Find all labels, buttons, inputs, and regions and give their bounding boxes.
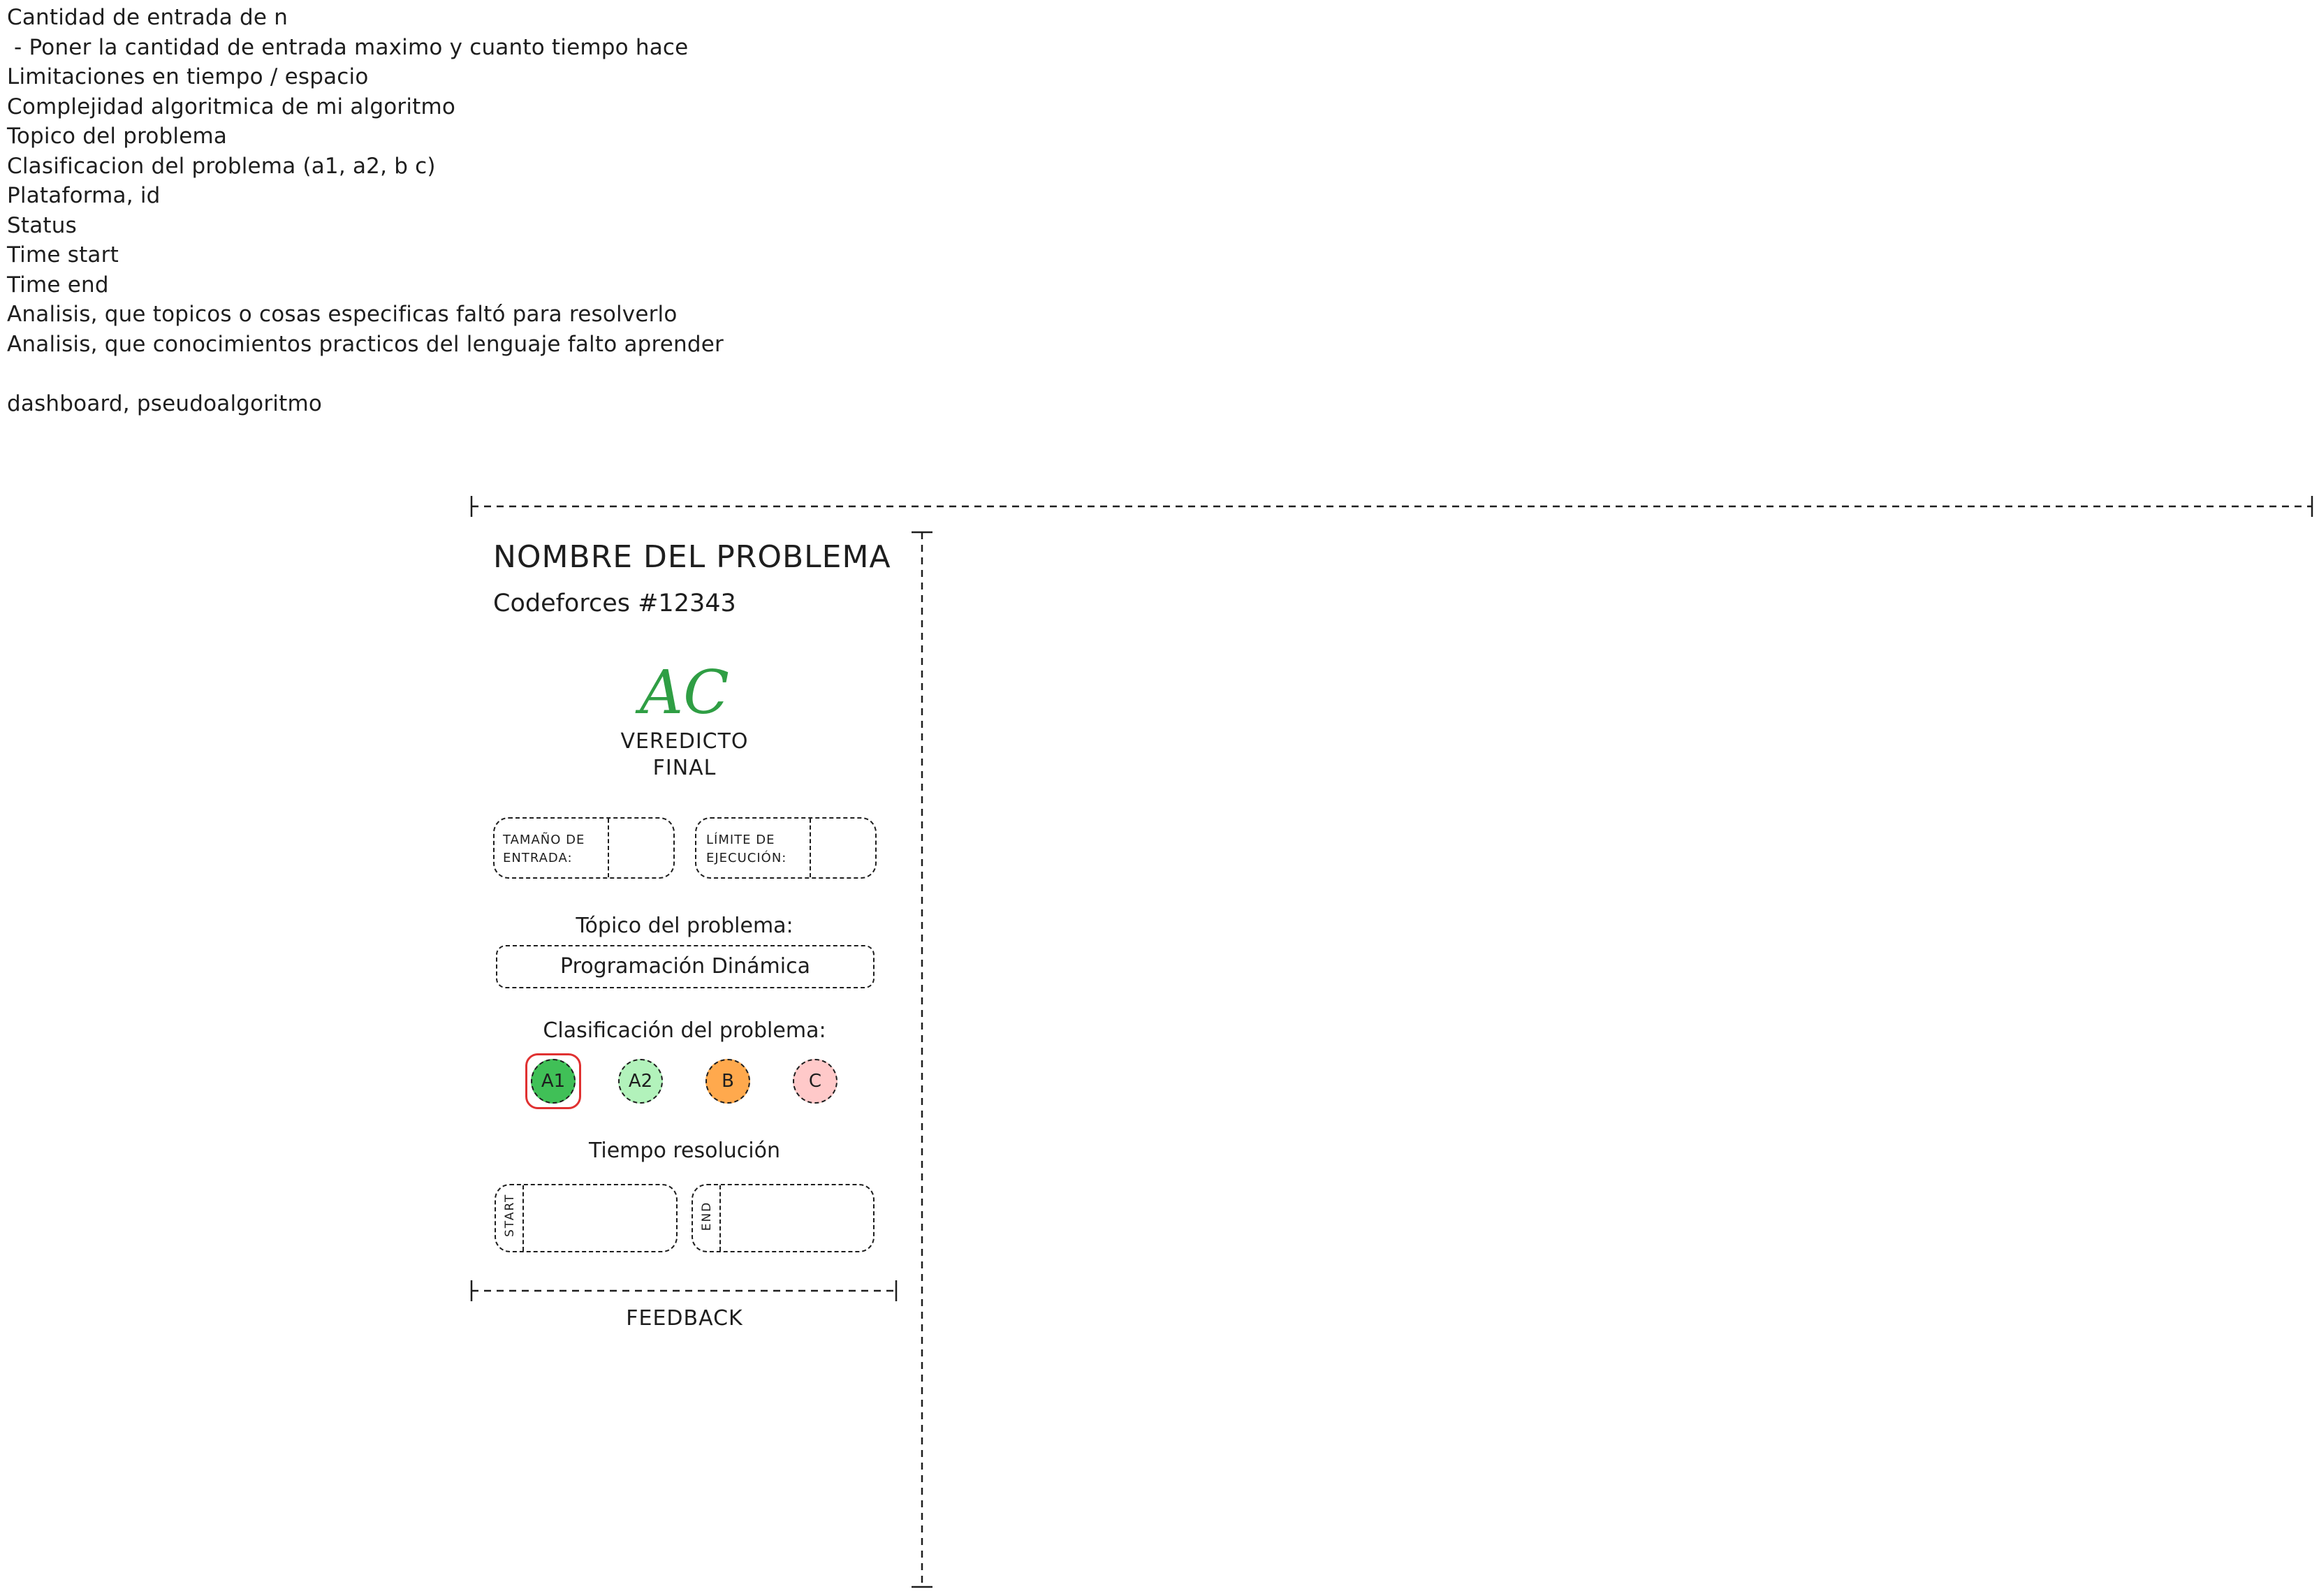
topic-heading: Tópico del problema: <box>576 914 793 938</box>
start-time-box[interactable]: START <box>495 1184 678 1252</box>
class-a2-chip[interactable]: A2 <box>618 1059 663 1104</box>
time-limit-divider <box>810 819 811 877</box>
input-size-divider <box>608 819 609 877</box>
topic-value: Programación Dinámica <box>560 954 810 979</box>
time-heading: Tiempo resolución <box>588 1139 780 1163</box>
platform-id: Codeforces #12343 <box>493 590 736 617</box>
classification-heading: Clasificación del problema: <box>543 1018 826 1043</box>
time-limit-box[interactable]: LÍMITE DE EJECUCIÓN: <box>695 817 877 879</box>
verdict-value: AC <box>640 658 729 728</box>
class-b-chip[interactable]: B <box>705 1059 750 1104</box>
feedback-label: FEEDBACK <box>626 1306 743 1331</box>
start-time-divider <box>522 1185 524 1251</box>
end-time-divider <box>719 1185 721 1251</box>
end-time-box[interactable]: END <box>692 1184 875 1252</box>
problem-title: NOMBRE DEL PROBLEMA <box>493 539 891 575</box>
input-size-box[interactable]: TAMAÑO DE ENTRADA: <box>493 817 675 879</box>
time-limit-label-line2: EJECUCIÓN: <box>706 851 787 865</box>
time-limit-label: LÍMITE DE EJECUCIÓN: <box>706 831 787 867</box>
input-size-label-line1: TAMAÑO DE <box>503 833 585 847</box>
start-time-label: START <box>503 1193 517 1237</box>
input-size-label: TAMAÑO DE ENTRADA: <box>503 831 585 867</box>
dimension-lines <box>470 496 2313 1588</box>
input-size-label-line2: ENTRADA: <box>503 851 573 865</box>
topic-field[interactable]: Programación Dinámica <box>496 945 875 988</box>
verdict-label-line2: FINAL <box>652 756 717 780</box>
end-time-label: END <box>700 1201 714 1231</box>
class-c-chip[interactable]: C <box>793 1059 837 1104</box>
time-limit-label-line1: LÍMITE DE <box>706 833 775 847</box>
class-a1-chip[interactable]: A1 <box>531 1059 576 1104</box>
verdict-label-line1: VEREDICTO <box>620 729 749 754</box>
